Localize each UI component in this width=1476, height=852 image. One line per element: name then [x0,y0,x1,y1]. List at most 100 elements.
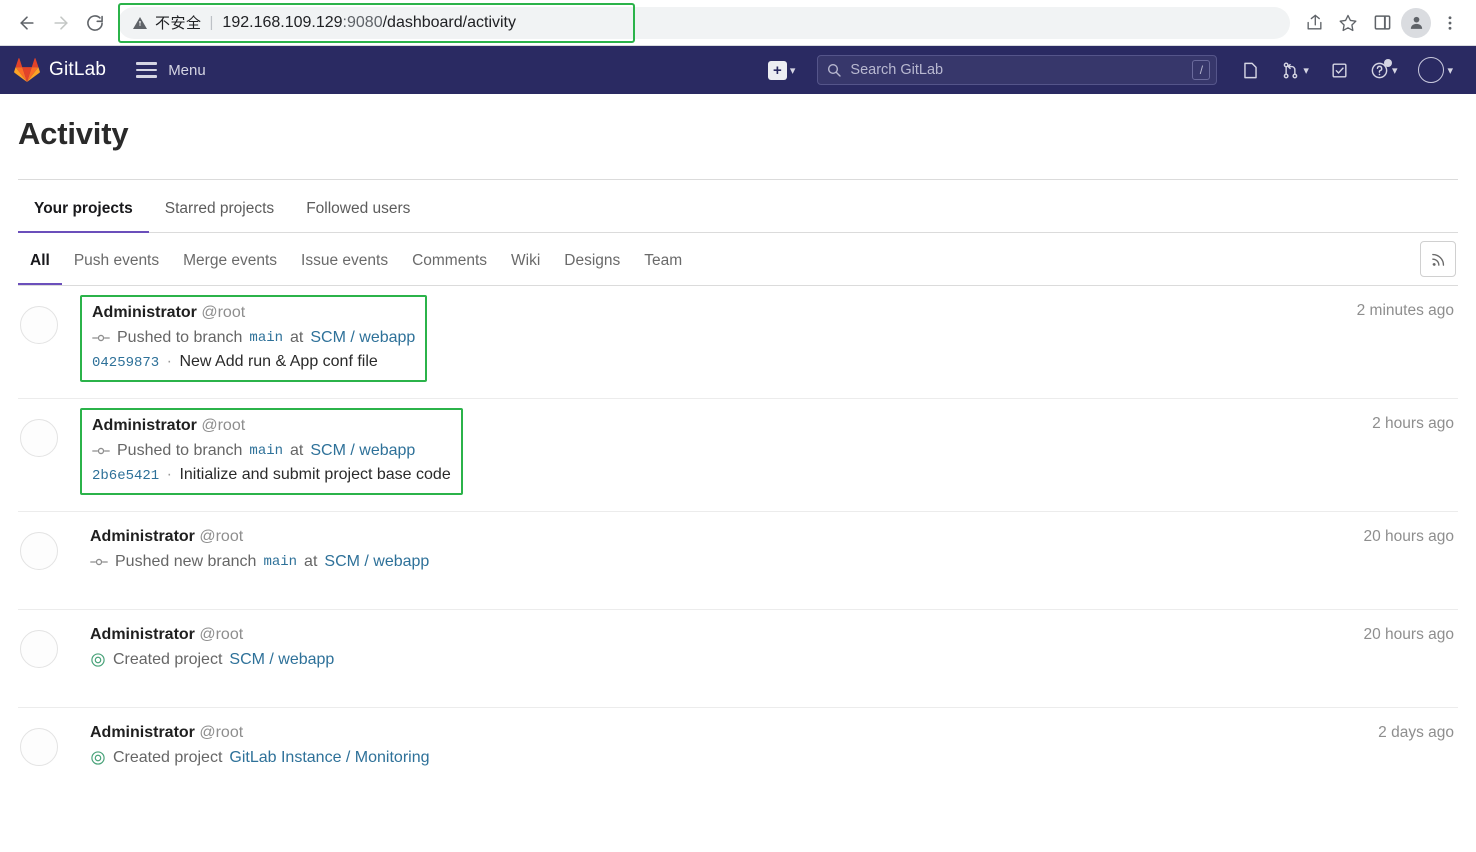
forward-arrow-icon[interactable] [44,6,78,40]
user-avatar-icon[interactable]: ▾ [1409,50,1462,90]
activity-content: Administrator @root Created project GitL… [90,724,1456,773]
project-link[interactable]: SCM / webapp [310,442,415,460]
action-prefix: Pushed to branch [117,442,243,459]
commit-separator: · [166,466,172,483]
filter-tab-merge-events[interactable]: Merge events [171,243,289,285]
commit-icon [92,332,110,344]
activity-content: Administrator @root Pushed to branch mai… [80,408,1456,495]
search-shortcut-key: / [1192,60,1211,80]
browser-toolbar: 不安全 | 192.168.109.129:9080/dashboard/act… [0,0,1476,45]
avatar [20,419,58,457]
activity-row[interactable]: Administrator @root Created project GitL… [18,708,1458,789]
commit-sha-link[interactable]: 04259873 [92,355,159,371]
branch-link[interactable]: main [263,554,297,570]
merge-requests-icon[interactable]: ▾ [1272,50,1318,90]
project-created-icon [90,652,106,668]
side-panel-icon[interactable] [1366,7,1398,39]
project-link[interactable]: GitLab Instance / Monitoring [229,749,429,767]
search-icon [828,63,842,77]
commit-icon [90,556,108,568]
commit-message: New Add run & App conf file [179,353,378,370]
tab-label: Merge events [183,251,278,269]
create-new-button[interactable]: + ▾ [759,50,805,90]
activity-action: Pushed to branch main at SCM / webapp [92,329,415,347]
security-status-label: 不安全 [155,15,202,32]
activity-row[interactable]: Administrator @root Pushed to branch mai… [18,286,1458,399]
author-name: Administrator [90,528,195,545]
filter-tabs: All Push events Merge events Issue event… [18,243,1420,285]
activity-timestamp: 2 minutes ago [1356,302,1454,319]
action-mid: at [304,553,318,570]
filter-tabs-row: All Push events Merge events Issue event… [18,233,1458,286]
project-link[interactable]: SCM / webapp [310,329,415,347]
help-icon[interactable]: ▾ [1361,50,1407,90]
gitlab-home-link[interactable]: GitLab [14,57,106,83]
branch-link[interactable]: main [249,330,283,346]
tab-label: Your projects [34,200,133,217]
activity-row[interactable]: Administrator @root Pushed to branch mai… [18,399,1458,512]
tab-label: Push events [73,251,160,269]
author-handle: @root [201,417,246,434]
project-link[interactable]: SCM / webapp [229,651,334,669]
issues-icon[interactable] [1232,50,1269,90]
activity-timestamp: 2 hours ago [1372,415,1454,432]
avatar [20,630,58,668]
back-arrow-icon[interactable] [10,6,44,40]
activity-author: Administrator @root [90,724,1456,742]
author-handle: @root [199,626,244,643]
activity-annotation: Administrator @root Pushed to branch mai… [80,295,428,382]
activity-commit: 04259873 · New Add run & App conf file [92,353,415,371]
todos-icon[interactable] [1321,50,1358,90]
activity-content: Administrator @root Pushed to branch mai… [80,295,1456,382]
activity-author: Administrator @root [92,417,451,435]
action-prefix: Created project [113,749,223,766]
author-name: Administrator [90,724,195,741]
main-menu-button[interactable]: Menu [136,62,206,79]
tab-label: Designs [564,251,621,269]
tab-starred-projects[interactable]: Starred projects [149,189,290,233]
filter-tab-all[interactable]: All [18,243,62,285]
chevron-down-icon: ▾ [1391,64,1398,77]
avatar [20,306,58,344]
chevron-down-icon: ▾ [789,64,796,77]
activity-content: Administrator @root Created project SCM … [90,626,1456,675]
filter-tab-designs[interactable]: Designs [552,243,632,285]
filter-tab-team[interactable]: Team [632,243,694,285]
address-bar[interactable]: 不安全 | 192.168.109.129:9080/dashboard/act… [118,2,1290,43]
profile-avatar-icon[interactable] [1400,7,1432,39]
filter-tab-push-events[interactable]: Push events [62,243,171,285]
tab-label: Team [644,251,683,269]
reload-icon[interactable] [78,6,112,40]
activity-action: Created project GitLab Instance / Monito… [90,749,1456,767]
share-icon[interactable] [1298,7,1330,39]
search-input[interactable]: Search GitLab / [817,55,1218,85]
activity-action: Created project SCM / webapp [90,651,1456,669]
primary-tabs: Your projects Starred projects Followed … [18,180,1458,233]
commit-separator: · [166,353,172,370]
author-name: Administrator [90,626,195,643]
action-mid: at [290,442,304,459]
page-title: Activity [18,116,129,151]
project-created-icon [90,750,106,766]
commit-sha-link[interactable]: 2b6e5421 [92,468,159,484]
star-icon[interactable] [1332,7,1364,39]
tab-followed-users[interactable]: Followed users [290,189,426,233]
tab-label: Wiki [511,251,541,269]
filter-tab-issue-events[interactable]: Issue events [289,243,400,285]
project-link[interactable]: SCM / webapp [324,553,429,571]
filter-tab-wiki[interactable]: Wiki [499,243,552,285]
author-name: Administrator [92,417,197,434]
activity-row[interactable]: Administrator @root Pushed new branch ma… [18,512,1458,610]
activity-timestamp: 2 days ago [1378,724,1454,741]
branch-link[interactable]: main [249,443,283,459]
activity-annotation: Administrator @root Pushed to branch mai… [80,408,463,495]
tab-label: Comments [412,251,488,269]
tab-your-projects[interactable]: Your projects [18,189,149,233]
filter-tab-comments[interactable]: Comments [400,243,499,285]
rss-feed-icon[interactable] [1420,241,1456,277]
activity-feed: Administrator @root Pushed to branch mai… [18,286,1458,789]
action-mid: at [290,329,304,346]
three-dot-menu-icon[interactable] [1434,7,1466,39]
author-name: Administrator [92,304,197,321]
activity-row[interactable]: Administrator @root Created project SCM … [18,610,1458,708]
